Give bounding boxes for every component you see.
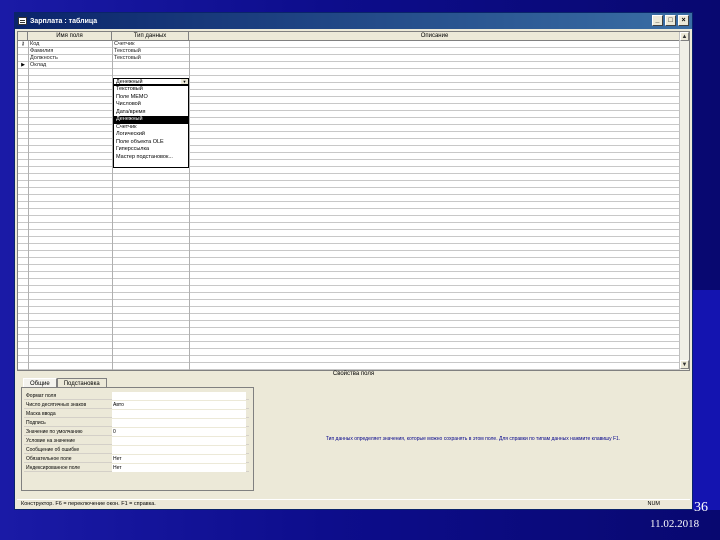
property-row: Индексированное поле Нет	[24, 464, 249, 472]
field-name-cell[interactable]: Оклад	[30, 62, 110, 69]
window-titlebar[interactable]: Зарплата : таблица _ □ ×	[15, 13, 692, 29]
dropdown-option-selected[interactable]: Денежный	[114, 116, 188, 124]
table-design-window: Зарплата : таблица _ □ × Имя поля Тип да…	[14, 12, 693, 510]
property-label: Индексированное поле	[26, 465, 81, 471]
row-selector[interactable]	[18, 55, 28, 62]
dropdown-option[interactable]: Поле объекта OLE	[114, 139, 188, 147]
property-value-input[interactable]: Авто	[112, 401, 246, 409]
field-name-cell[interactable]: Фамилия	[30, 48, 110, 55]
scroll-up-icon[interactable]: ▲	[680, 32, 689, 41]
primary-key-icon[interactable]: ⚷	[18, 41, 28, 48]
property-value-input[interactable]	[112, 446, 246, 454]
status-bar: Конструктор. F6 = переключение окон. F1 …	[17, 499, 690, 508]
property-value-input[interactable]	[112, 392, 246, 400]
property-row: Условие на значение	[24, 437, 249, 445]
property-row: Обязательное поле Нет	[24, 455, 249, 463]
property-label: Число десятичных знаков	[26, 402, 87, 408]
num-lock-indicator: NUM	[647, 501, 660, 507]
window-controls: _ □ ×	[652, 15, 689, 26]
close-button[interactable]: ×	[678, 15, 689, 26]
property-label: Формат поля	[26, 393, 57, 399]
dropdown-option[interactable]: Гиперссылка	[114, 146, 188, 154]
column-divider	[189, 41, 190, 370]
data-type-cell[interactable]: Счетчик	[114, 41, 188, 48]
property-label: Значение по умолчанию	[26, 429, 83, 435]
property-label: Сообщение об ошибке	[26, 447, 80, 453]
property-row: Сообщение об ошибке	[24, 446, 249, 454]
column-divider	[28, 41, 29, 370]
grid-header: Имя поля Тип данных Описание	[18, 32, 681, 41]
property-row: Маска ввода	[24, 410, 249, 418]
slide-number: 36	[694, 500, 708, 515]
property-value-input[interactable]: Нет	[112, 464, 246, 472]
data-type-cell[interactable]: Текстовый	[114, 48, 188, 55]
column-header-description[interactable]: Описание	[189, 32, 681, 41]
slide-date: 11.02.2018	[650, 518, 700, 530]
property-row: Формат поля	[24, 392, 249, 400]
property-value-input[interactable]	[112, 419, 246, 427]
property-row: Значение по умолчанию 0	[24, 428, 249, 436]
column-header-field-name[interactable]: Имя поля	[28, 32, 112, 41]
dropdown-option[interactable]: Числовой	[114, 101, 188, 109]
field-properties-header: Свойства поля	[332, 371, 375, 377]
property-label: Маска ввода	[26, 411, 56, 417]
field-name-cell[interactable]: Код	[30, 41, 110, 48]
property-row: Число десятичных знаков Авто	[24, 401, 249, 409]
data-type-combobox[interactable]: Денежный ▼	[113, 78, 189, 85]
status-text: Конструктор. F6 = переключение окон. F1 …	[21, 501, 156, 507]
property-value-input[interactable]: 0	[112, 428, 246, 436]
property-label: Условие на значение	[26, 438, 76, 444]
current-row-arrow-icon[interactable]: ▶	[18, 62, 28, 69]
property-label: Обязательное поле	[26, 456, 72, 462]
dropdown-option[interactable]: Текстовый	[114, 86, 188, 94]
row-selector-header	[18, 32, 28, 41]
field-design-grid: Имя поля Тип данных Описание ⚷ Код Счетч…	[17, 31, 690, 371]
maximize-button[interactable]: □	[665, 15, 676, 26]
property-value-input[interactable]	[112, 437, 246, 445]
table-icon	[18, 17, 27, 25]
data-type-dropdown-list[interactable]: Текстовый Поле MEMO Числовой Дата/время …	[113, 85, 189, 168]
row-selector[interactable]	[18, 48, 28, 55]
dropdown-option[interactable]: Поле MEMO	[114, 94, 188, 102]
vertical-scrollbar[interactable]: ▲ ▼	[679, 32, 689, 370]
dropdown-arrow-icon[interactable]: ▼	[181, 79, 188, 84]
slide-background-accent	[690, 290, 720, 510]
property-value-input[interactable]: Нет	[112, 455, 246, 463]
dropdown-option[interactable]: Дата/время	[114, 109, 188, 117]
field-properties-panel: Формат поля Число десятичных знаков Авто…	[21, 387, 254, 491]
property-label: Подпись	[26, 420, 46, 426]
property-row: Подпись	[24, 419, 249, 427]
column-header-data-type[interactable]: Тип данных	[112, 32, 189, 41]
dropdown-option[interactable]: Счетчик	[114, 124, 188, 132]
data-type-help-text: Тип данных определяет значения, которые …	[325, 436, 621, 442]
dropdown-option[interactable]: Мастер подстановок...	[114, 154, 188, 162]
scroll-down-icon[interactable]: ▼	[680, 360, 689, 369]
property-value-input[interactable]	[112, 410, 246, 418]
minimize-button[interactable]: _	[652, 15, 663, 26]
data-type-cell[interactable]: Текстовый	[114, 55, 188, 62]
window-title: Зарплата : таблица	[30, 17, 98, 25]
dropdown-option[interactable]: Логический	[114, 131, 188, 139]
field-name-cell[interactable]: Должность	[30, 55, 110, 62]
